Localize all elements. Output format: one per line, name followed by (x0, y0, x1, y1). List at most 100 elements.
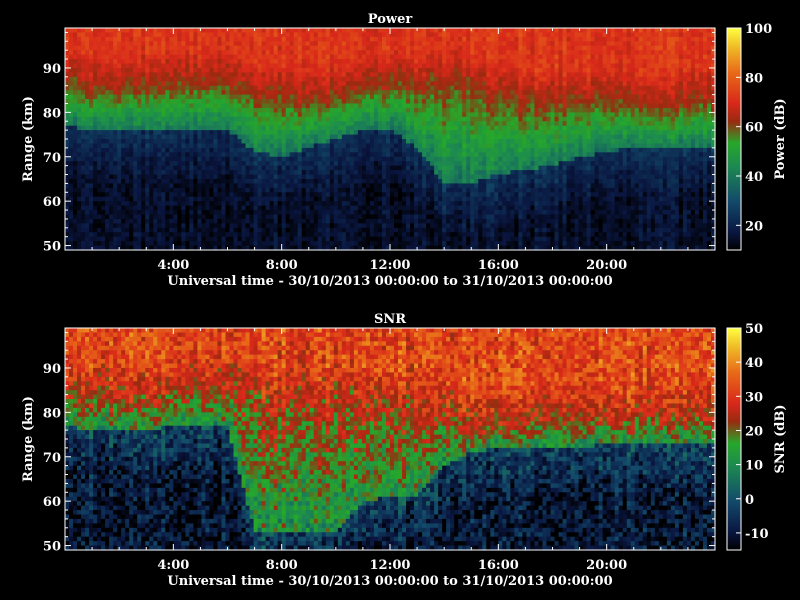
heatmap-cell (281, 139, 287, 145)
heatmap-cell (109, 192, 114, 198)
heatmap-cell (341, 76, 347, 82)
heatmap-cell (153, 178, 158, 184)
heatmap-cell (301, 99, 307, 105)
heatmap-cell (369, 103, 375, 109)
heatmap-cell (265, 147, 271, 153)
heatmap-cell (149, 116, 154, 122)
heatmap-cell (305, 76, 311, 82)
heatmap-cell (381, 156, 387, 162)
heatmap-cell (265, 90, 271, 96)
heatmap-cell (77, 178, 82, 184)
heatmap-cell (137, 152, 142, 158)
heatmap-cell (438, 63, 443, 69)
heatmap-cell (269, 94, 275, 100)
heatmap-cell (193, 90, 199, 96)
heatmap-cell (377, 152, 383, 158)
heatmap-cell (309, 210, 315, 216)
heatmap-cell (398, 112, 403, 118)
heatmap-cell (161, 41, 166, 47)
heatmap-cell (89, 72, 94, 78)
heatmap-cell (438, 143, 443, 149)
heatmap-cell (205, 241, 211, 247)
heatmap-cell (289, 130, 295, 136)
heatmap-cell (406, 116, 411, 122)
heatmap-cell (381, 178, 387, 184)
heatmap-cell (458, 76, 463, 82)
heatmap-cell (293, 139, 299, 145)
heatmap-cell (165, 178, 170, 184)
heatmap-cell (345, 54, 351, 60)
heatmap-cell (341, 147, 347, 153)
heatmap-cell (353, 170, 359, 176)
heatmap-cell (113, 183, 118, 189)
heatmap-cell (97, 41, 102, 47)
heatmap-cell (237, 139, 243, 145)
heatmap-cell (390, 81, 395, 87)
heatmap-cell (237, 156, 243, 162)
heatmap-cell (313, 165, 319, 171)
heatmap-cell (293, 218, 299, 224)
heatmap-cell (430, 223, 435, 229)
heatmap-cell (97, 165, 102, 171)
heatmap-cell (161, 134, 166, 140)
heatmap-cell (321, 218, 327, 224)
heatmap-cell (402, 183, 407, 189)
heatmap-cell (325, 143, 331, 149)
heatmap-cell (361, 32, 367, 38)
heatmap-cell (369, 28, 375, 34)
heatmap-cell (337, 76, 343, 82)
heatmap-cell (394, 45, 399, 51)
heatmap-cell (337, 165, 343, 171)
heatmap-cell (157, 50, 162, 56)
heatmap-cell (245, 201, 251, 207)
heatmap-cell (105, 94, 110, 100)
heatmap-cell (442, 139, 447, 145)
heatmap-cell (377, 36, 383, 42)
heatmap-cell (377, 165, 383, 171)
heatmap-cell (450, 174, 455, 180)
heatmap-cell (89, 183, 94, 189)
heatmap-cell (201, 130, 207, 136)
heatmap-cell (217, 125, 223, 131)
heatmap-cell (277, 178, 283, 184)
heatmap-cell (414, 156, 419, 162)
heatmap-cell (145, 178, 150, 184)
heatmap-cell (109, 152, 114, 158)
heatmap-cell (217, 170, 223, 176)
heatmap-cell (273, 54, 279, 60)
heatmap-cell (161, 63, 166, 69)
heatmap-cell (205, 223, 211, 229)
heatmap-cell (277, 50, 283, 56)
heatmap-cell (261, 241, 267, 247)
heatmap-cell (381, 59, 387, 65)
heatmap-cell (233, 85, 239, 91)
heatmap-cell (133, 227, 138, 233)
heatmap-cell (462, 183, 467, 189)
heatmap-cell (253, 223, 259, 229)
heatmap-cell (261, 59, 267, 65)
heatmap-cell (241, 85, 247, 91)
heatmap-cell (430, 85, 435, 91)
heatmap-cell (349, 170, 355, 176)
heatmap-cell (357, 156, 363, 162)
heatmap-cell (430, 54, 435, 60)
heatmap-cell (377, 174, 383, 180)
heatmap-cell (329, 227, 335, 233)
heatmap-cell (225, 205, 231, 211)
heatmap-cell (402, 147, 407, 153)
heatmap-cell (265, 196, 271, 202)
heatmap-cell (406, 223, 411, 229)
heatmap-cell (345, 36, 351, 42)
heatmap-cell (365, 139, 371, 145)
heatmap-cell (109, 201, 114, 207)
heatmap-cell (237, 227, 243, 233)
heatmap-cell (165, 112, 170, 118)
heatmap-cell (442, 165, 447, 171)
heatmap-cell (410, 41, 415, 47)
heatmap-cell (109, 183, 114, 189)
heatmap-cell (253, 59, 259, 65)
heatmap-cell (410, 103, 415, 109)
heatmap-cell (317, 76, 323, 82)
heatmap-cell (365, 187, 371, 193)
heatmap-cell (365, 103, 371, 109)
